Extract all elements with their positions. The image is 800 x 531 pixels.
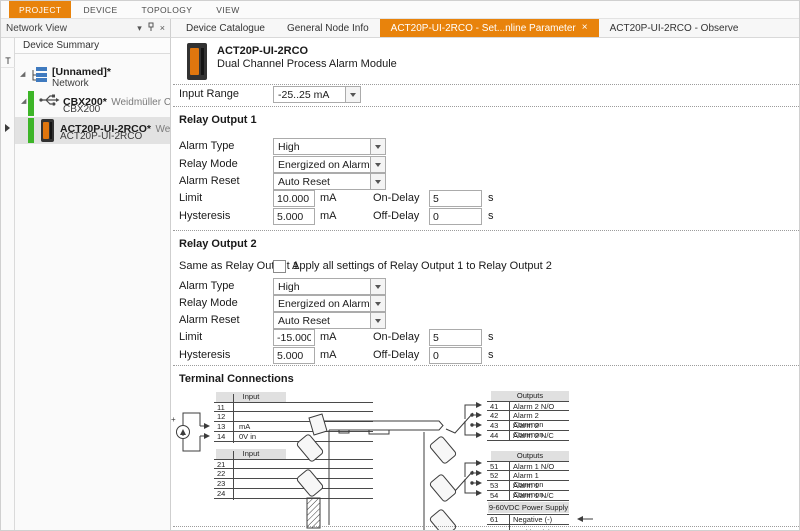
device-thumbnail	[41, 119, 54, 142]
document-tab-bar: Device Catalogue General Node Info ACT20…	[171, 19, 800, 38]
item-sub: CBX200	[63, 104, 100, 115]
network-view-header: Network View ▾ ×	[1, 19, 171, 38]
sidebar-item-cbx200[interactable]: ◢ CBX200* Weidmüller CBX,... CBX200	[15, 90, 170, 117]
filter-cell[interactable]: T	[1, 54, 15, 68]
ribbon-tab-project[interactable]: PROJECT	[9, 1, 71, 18]
item-sub: Network	[52, 78, 89, 89]
sidebar-item-act20p[interactable]: ACT20P-UI-2RCO* Weid... ACT20P-UI-2RCO	[15, 117, 170, 144]
separator	[173, 526, 800, 527]
item-name: [Unnamed]*	[52, 66, 111, 78]
parameter-panel: ACT20P-UI-2RCO Dual Channel Process Alar…	[171, 38, 800, 531]
tab-close-icon[interactable]: ×	[582, 23, 588, 33]
app-window: PROJECT DEVICE TOPOLOGY VIEW Network Vie…	[0, 0, 800, 531]
tab-observe[interactable]: ACT20P-UI-2RCO - Observe	[599, 19, 750, 37]
pane-title: Network View	[1, 23, 137, 34]
tab-general-node-info[interactable]: General Node Info	[276, 19, 380, 37]
expander-icon[interactable]: ◢	[20, 70, 25, 78]
terminal-wiring-diagram: +	[171, 38, 800, 531]
item-sub: ACT20P-UI-2RCO	[60, 131, 142, 142]
expander-icon[interactable]: ◢	[21, 97, 26, 105]
tab-label: ACT20P-UI-2RCO - Set...nline Parameter	[391, 23, 576, 34]
status-green-bar	[28, 118, 34, 143]
ribbon-tab-device[interactable]: DEVICE	[71, 1, 129, 18]
network-icon	[29, 66, 49, 89]
item-meta: Weid...	[155, 124, 171, 135]
selected-row-marker	[5, 124, 10, 132]
chevron-down-icon[interactable]: ▾	[137, 24, 142, 33]
pin-icon[interactable]	[147, 22, 155, 34]
ribbon-tab-topology[interactable]: TOPOLOGY	[130, 1, 205, 18]
sidebar-item-network[interactable]: ◢ [Unnamed]* Network	[15, 64, 170, 90]
status-green-bar	[28, 91, 34, 116]
device-summary-header: Device Summary	[15, 38, 171, 54]
svg-text:+: +	[171, 415, 176, 424]
ribbon-bar: PROJECT DEVICE TOPOLOGY VIEW	[1, 1, 800, 19]
tab-device-catalogue[interactable]: Device Catalogue	[175, 19, 276, 37]
item-meta: Weidmüller CBX,...	[111, 97, 171, 108]
network-view-pane: Device Summary T ◢ [Unnamed]* Network ◢	[1, 38, 171, 531]
tree-gutter	[1, 38, 15, 531]
tab-set-online-parameter[interactable]: ACT20P-UI-2RCO - Set...nline Parameter ×	[380, 19, 599, 37]
close-icon[interactable]: ×	[160, 24, 165, 33]
usb-icon	[38, 93, 60, 112]
ribbon-tab-view[interactable]: VIEW	[204, 1, 251, 18]
